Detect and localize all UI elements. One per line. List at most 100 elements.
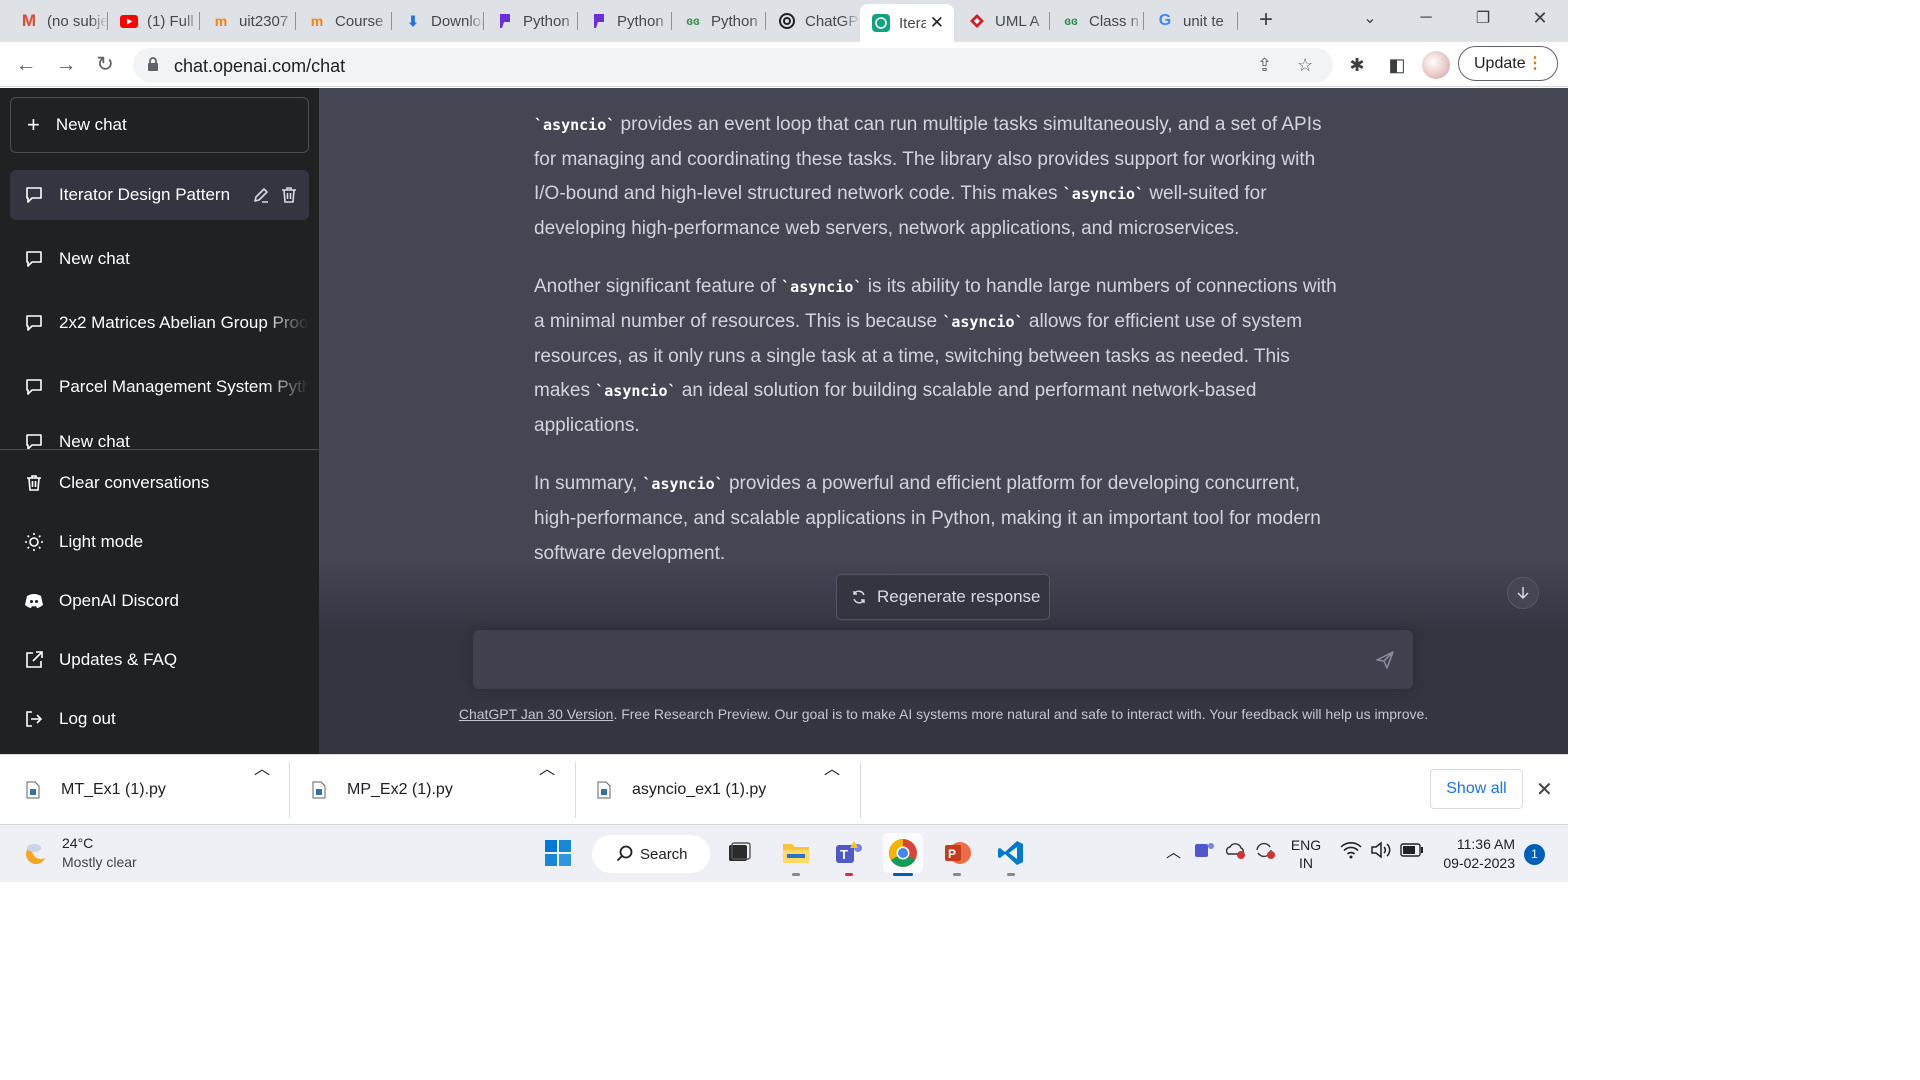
edit-icon[interactable] <box>251 185 271 205</box>
tab-title: UML A <box>995 12 1040 30</box>
back-button[interactable]: ← <box>11 50 41 80</box>
history-item[interactable]: Parcel Management System Python <box>10 362 309 412</box>
profile-avatar[interactable] <box>1422 51 1450 79</box>
text-run: Another significant feature of <box>534 276 782 298</box>
refresh-icon <box>853 590 865 604</box>
tab-python-2[interactable]: Python <box>578 6 672 36</box>
tab-moodle-uit[interactable]: m uit2307 <box>200 6 296 36</box>
trash-icon[interactable] <box>279 185 299 205</box>
teams-icon: T <box>836 841 862 863</box>
clock[interactable]: 11:36 AM 09-02-2023 <box>1437 835 1515 873</box>
restore-button[interactable]: ❐ <box>1459 0 1507 36</box>
external-link-icon <box>26 651 43 668</box>
chat-bubble-icon <box>26 315 42 331</box>
download-item[interactable]: asyncio_ex1 (1).py <box>597 755 766 825</box>
tab-title: Iterator <box>899 14 926 32</box>
sync-error-icon[interactable] <box>1254 840 1278 863</box>
tab-title: Python <box>617 12 664 30</box>
version-link[interactable]: ChatGPT Jan 30 Version <box>459 706 614 722</box>
tab-search-chevron-icon[interactable]: ⌄ <box>1346 0 1394 36</box>
history-item-selected[interactable]: Iterator Design Pattern <box>10 170 309 220</box>
tab-python-gfg[interactable]: ɞɞ Python <box>672 6 766 36</box>
tab-google[interactable]: G unit te <box>1144 6 1238 36</box>
powerpoint-button[interactable]: P <box>937 833 977 876</box>
notification-badge[interactable]: 1 <box>1524 844 1545 865</box>
language-indicator[interactable]: ENG IN <box>1290 836 1322 872</box>
update-button[interactable]: Update ⋮ <box>1458 46 1558 81</box>
forward-button[interactable]: → <box>51 50 81 80</box>
file-explorer-button[interactable] <box>776 833 816 876</box>
teams-tray-icon[interactable] <box>1194 840 1216 863</box>
download-item[interactable]: MP_Ex2 (1).py <box>312 755 453 825</box>
language-code: ENG <box>1290 837 1322 853</box>
tab-title: Python <box>523 12 570 30</box>
weather-widget[interactable]: 24°C Mostly clear <box>22 834 137 872</box>
reload-button[interactable]: ↻ <box>90 50 120 80</box>
light-mode-button[interactable]: Light mode <box>10 518 309 566</box>
tab-iterator-active[interactable]: Iterator ✕ <box>860 4 954 42</box>
battery-icon[interactable] <box>1400 843 1424 860</box>
bookmark-star-icon[interactable]: ☆ <box>1297 55 1313 76</box>
search-icon <box>616 845 633 862</box>
vscode-button[interactable] <box>991 833 1031 876</box>
tab-moodle-course[interactable]: m Course <box>296 6 392 36</box>
new-chat-button[interactable]: + New chat <box>10 97 309 153</box>
tab-chatgpt[interactable]: ChatGPT <box>766 6 860 36</box>
update-label: Update <box>1474 55 1526 72</box>
google-icon: G <box>1158 12 1172 29</box>
inline-code: `asyncio` <box>595 382 677 401</box>
sun-icon <box>25 533 43 551</box>
task-view-button[interactable] <box>719 833 759 873</box>
chevron-up-icon[interactable]: ︿ <box>539 755 555 779</box>
tab-youtube[interactable]: (1) Full <box>108 6 200 36</box>
history-item[interactable]: New chat <box>10 234 309 284</box>
history-item-title: Iterator Design Pattern <box>59 185 231 204</box>
message-input[interactable] <box>489 648 1349 672</box>
extensions-icon[interactable]: ✱ <box>1344 52 1370 78</box>
tab-title: unit te <box>1183 12 1224 30</box>
svg-text:T: T <box>840 847 848 862</box>
close-window-button[interactable]: ✕ <box>1516 0 1564 36</box>
scroll-to-bottom-button[interactable] <box>1507 577 1539 609</box>
new-tab-button[interactable]: + <box>1252 6 1280 34</box>
chat-bubble-icon <box>26 379 42 395</box>
side-panel-icon[interactable]: ◧ <box>1384 52 1410 78</box>
region-code: IN <box>1299 855 1313 871</box>
history-item-partial[interactable]: New chat <box>10 426 309 449</box>
onedrive-error-icon[interactable] <box>1224 840 1248 863</box>
teams-button[interactable]: T <box>829 833 869 876</box>
tab-gmail[interactable]: M (no subject) <box>8 6 108 36</box>
address-bar[interactable]: chat.openai.com/chat ⇪ ☆ <box>133 48 1333 82</box>
chrome-button[interactable] <box>883 833 923 876</box>
tab-title: Python <box>711 12 758 30</box>
show-hidden-icons-chevron[interactable]: ︿ <box>1166 841 1181 862</box>
share-icon[interactable]: ⇪ <box>1257 55 1272 76</box>
show-all-button[interactable]: Show all <box>1430 769 1523 809</box>
tab-downloads[interactable]: ⬇ Downloads <box>392 6 484 36</box>
regenerate-response-button[interactable]: Regenerate response <box>836 574 1050 620</box>
tab-class-gfg[interactable]: ɞɞ Class n <box>1050 6 1144 36</box>
inline-code: `asyncio` <box>534 116 616 134</box>
geeksforgeeks-icon: ɞɞ <box>686 14 700 28</box>
clear-conversations-button[interactable]: Clear conversations <box>10 459 309 507</box>
history-item-title: New chat <box>59 432 130 449</box>
download-item[interactable]: MT_Ex1 (1).py <box>26 755 166 825</box>
download-bar: MT_Ex1 (1).py ︿ MP_Ex2 (1).py ︿ asyncio_… <box>0 754 1568 824</box>
wifi-icon[interactable] <box>1340 841 1362 862</box>
geeksforgeeks-icon: ɞɞ <box>1064 14 1078 28</box>
close-download-bar-icon[interactable]: ✕ <box>1536 777 1553 802</box>
taskbar-search[interactable]: Search <box>592 835 710 873</box>
volume-icon[interactable] <box>1370 841 1392 862</box>
send-icon[interactable] <box>1375 650 1395 670</box>
openai-discord-link[interactable]: OpenAI Discord <box>10 577 309 625</box>
tab-python-1[interactable]: Python <box>484 6 578 36</box>
close-tab-icon[interactable]: ✕ <box>930 13 944 33</box>
minimize-button[interactable]: ─ <box>1402 0 1450 36</box>
log-out-button[interactable]: Log out <box>10 695 309 743</box>
chevron-up-icon[interactable]: ︿ <box>254 755 270 779</box>
history-item[interactable]: 2x2 Matrices Abelian Group Proof <box>10 298 309 348</box>
chevron-up-icon[interactable]: ︿ <box>824 755 840 779</box>
tab-uml[interactable]: UML A <box>956 6 1050 36</box>
windows-start-button[interactable] <box>538 833 578 873</box>
updates-faq-link[interactable]: Updates & FAQ <box>10 636 309 684</box>
